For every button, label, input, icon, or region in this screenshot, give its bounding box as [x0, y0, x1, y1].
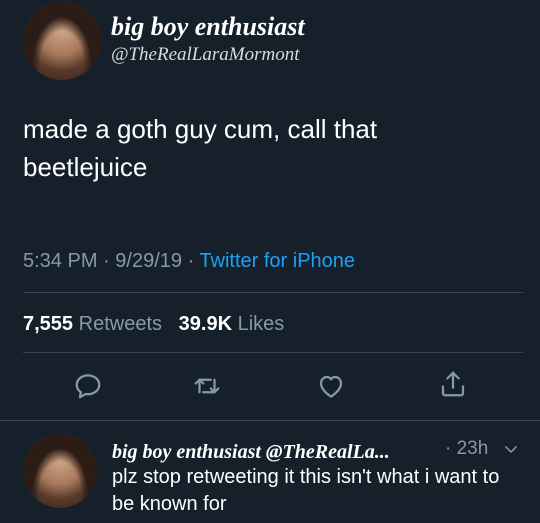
- avatar-image: [23, 434, 97, 508]
- author-handle[interactable]: @TheRealLaraMormont: [111, 44, 299, 66]
- retweet-button[interactable]: [192, 371, 222, 401]
- reply-menu-button[interactable]: [502, 440, 520, 458]
- meta-separator: ·: [187, 250, 200, 272]
- author-display-name[interactable]: big boy enthusiast: [111, 12, 305, 42]
- retweets-label: Retweets: [78, 313, 162, 335]
- divider: [23, 352, 523, 353]
- reply-text: plz stop retweeting it this isn't what i…: [112, 466, 500, 515]
- tweet-stats: 7,555 Retweets 39.9K Likes: [23, 313, 284, 336]
- author-avatar[interactable]: [23, 2, 101, 80]
- retweets-count: 7,555: [23, 313, 74, 335]
- like-icon: [319, 375, 343, 398]
- likes-count: 39.9K: [178, 313, 233, 335]
- likes-label: Likes: [237, 313, 285, 335]
- tweet-source-link[interactable]: Twitter for iPhone: [199, 250, 355, 272]
- share-icon: [441, 371, 465, 397]
- divider: [23, 292, 523, 293]
- meta-separator: ·: [103, 250, 116, 272]
- reply-time: · 23h: [445, 438, 488, 460]
- retweets-stat[interactable]: 7,555 Retweets: [23, 313, 162, 335]
- reply-timestamp: 23h: [456, 438, 489, 459]
- like-button[interactable]: [316, 371, 346, 401]
- reply-button[interactable]: [73, 371, 103, 401]
- reply-author-name-handle[interactable]: big boy enthusiast @TheRealLa...: [112, 441, 390, 464]
- divider: [0, 420, 540, 421]
- retweet-icon: [194, 378, 220, 394]
- avatar-image: [23, 2, 101, 80]
- share-button[interactable]: [438, 369, 468, 399]
- reply-author-avatar[interactable]: [23, 434, 97, 508]
- tweet-date: 9/29/19: [115, 250, 182, 272]
- tweet-meta: 5:34 PM · 9/29/19 · Twitter for iPhone: [23, 250, 355, 273]
- tweet-time: 5:34 PM: [23, 250, 98, 272]
- meta-separator: ·: [445, 438, 457, 459]
- reply-icon: [75, 374, 101, 399]
- tweet-text: made a goth guy cum, call that beetlejui…: [23, 114, 378, 182]
- likes-stat[interactable]: 39.9K Likes: [179, 313, 285, 335]
- chevron-down-icon: [505, 446, 517, 453]
